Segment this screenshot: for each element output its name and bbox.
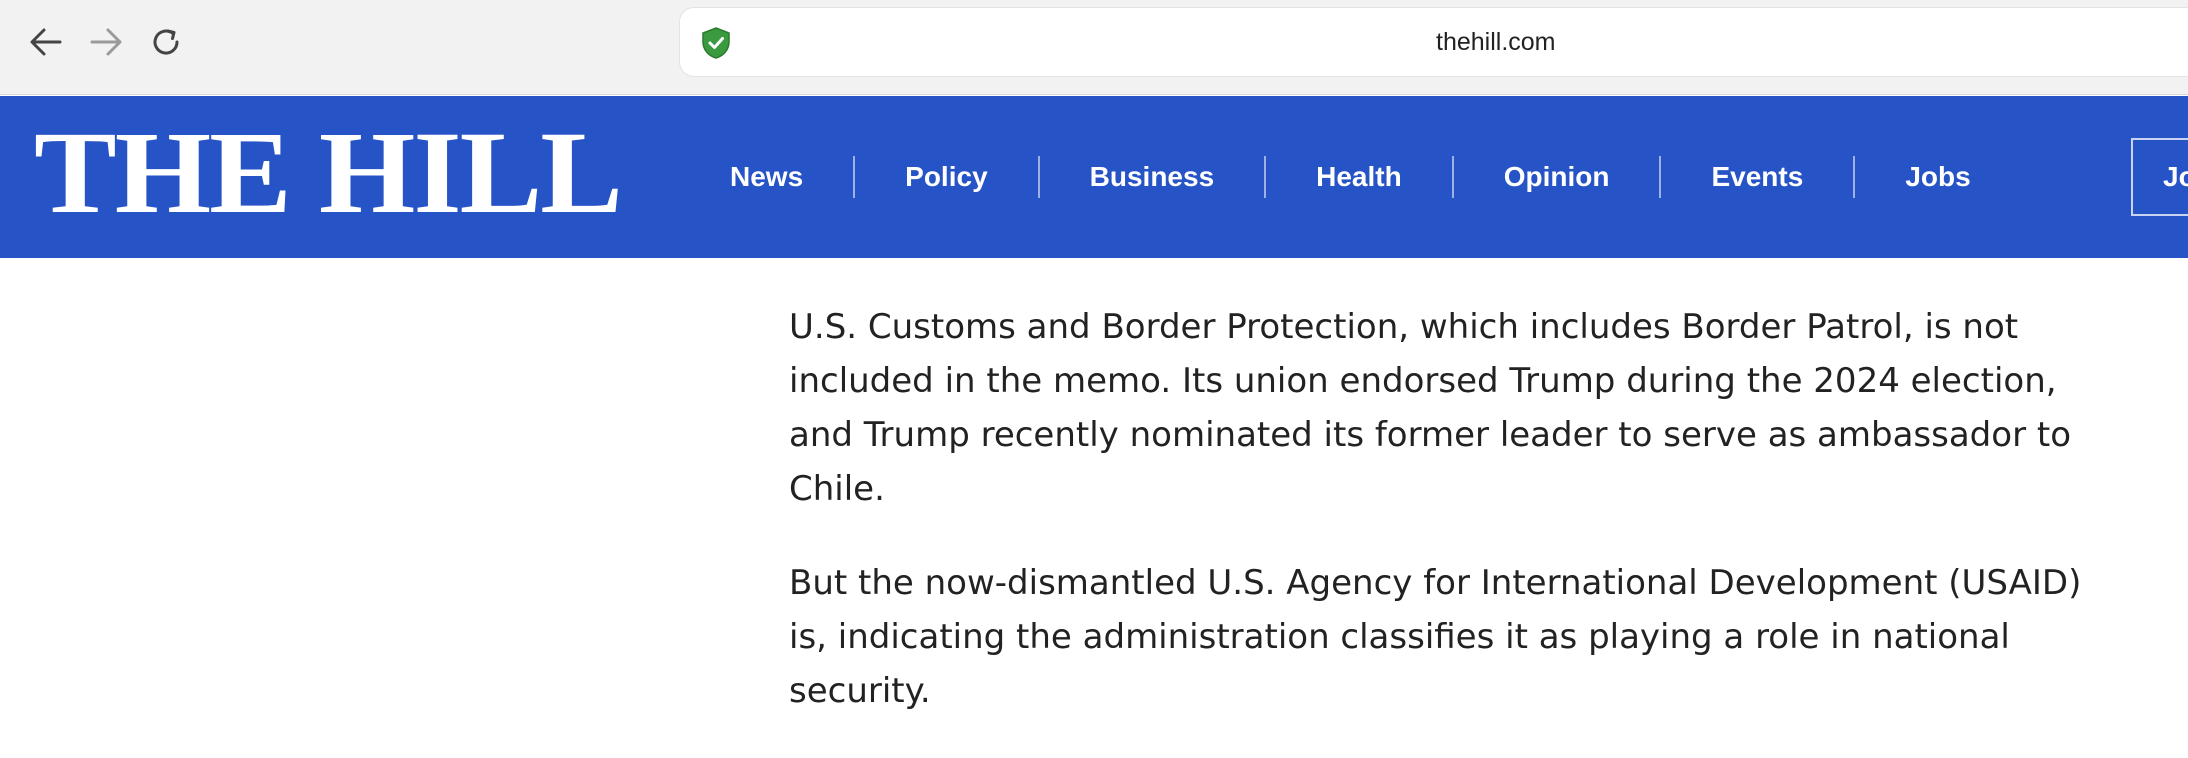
- reload-icon: [153, 29, 179, 55]
- article-body: U.S. Customs and Border Protection, whic…: [789, 300, 2099, 758]
- forward-button[interactable]: [86, 22, 126, 62]
- site-header: THE HILL News Policy Business Health Opi…: [0, 96, 2188, 258]
- nav-item-jobs[interactable]: Jobs: [1855, 161, 2020, 193]
- nav-item-news[interactable]: News: [680, 161, 853, 193]
- browser-toolbar: thehill.com: [0, 0, 2188, 95]
- main-nav: News Policy Business Health Opinion Even…: [680, 96, 2021, 258]
- article-paragraph: U.S. Customs and Border Protection, whic…: [789, 307, 2071, 509]
- url-text: thehill.com: [1436, 28, 1556, 56]
- site-logo[interactable]: THE HILL: [34, 114, 623, 232]
- arrow-right-icon: [90, 28, 122, 56]
- nav-item-opinion[interactable]: Opinion: [1454, 161, 1660, 193]
- article-paragraph: But the now-dismantled U.S. Agency for I…: [789, 563, 2082, 711]
- reload-button[interactable]: [146, 22, 186, 62]
- nav-item-policy[interactable]: Policy: [855, 161, 1037, 193]
- arrow-left-icon: [30, 28, 62, 56]
- nav-item-business[interactable]: Business: [1040, 161, 1265, 193]
- join-button[interactable]: Jo: [2131, 138, 2188, 216]
- back-button[interactable]: [26, 22, 66, 62]
- nav-item-events[interactable]: Events: [1661, 161, 1853, 193]
- nav-item-health[interactable]: Health: [1266, 161, 1452, 193]
- address-bar[interactable]: thehill.com: [680, 8, 2188, 76]
